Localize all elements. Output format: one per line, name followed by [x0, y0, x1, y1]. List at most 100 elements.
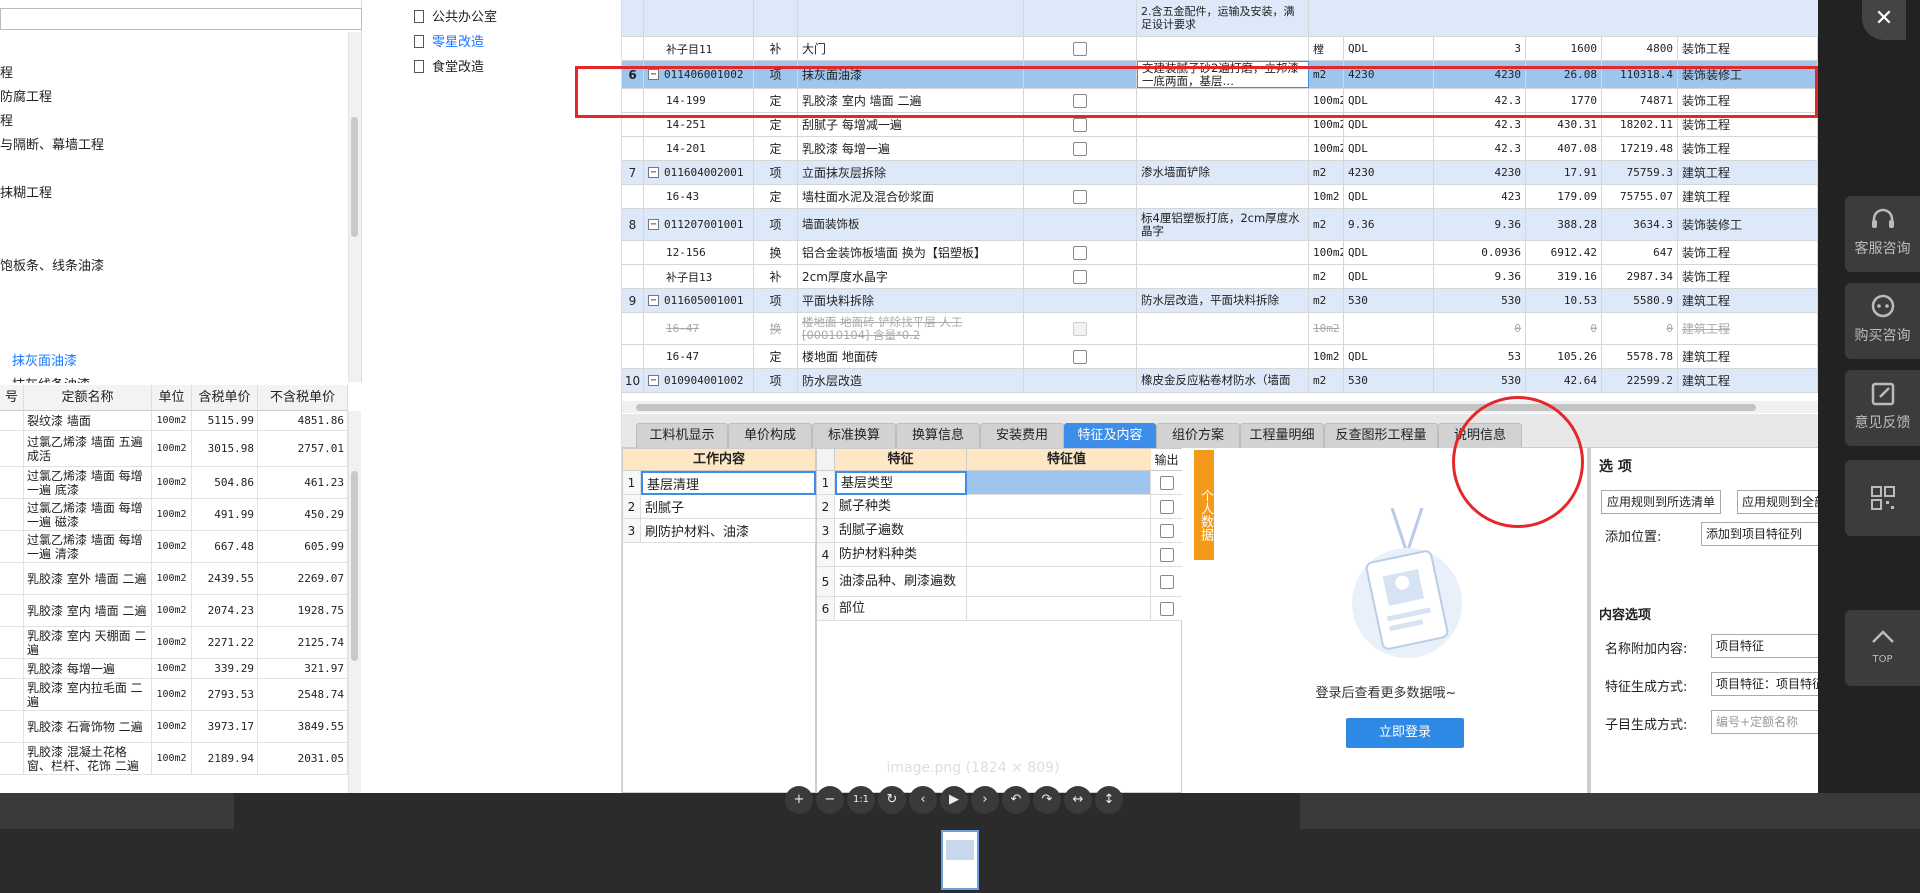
collapse-icon[interactable]: −: [648, 219, 659, 230]
row-checkbox[interactable]: [1073, 245, 1087, 260]
tab-1[interactable]: 工料机显示: [636, 423, 728, 448]
personal-data-tab[interactable]: 个人数据: [1194, 450, 1214, 560]
tab-7[interactable]: 组价方案: [1156, 423, 1240, 448]
add-position-select[interactable]: 添加到项目特征列: [1701, 522, 1818, 546]
feature-name[interactable]: 油漆品种、刷漆遍数: [835, 567, 967, 597]
row-checkbox[interactable]: [1073, 141, 1087, 156]
feature-mode-select[interactable]: 项目特征：项目特征值: [1711, 672, 1818, 696]
table-row[interactable]: 补子目13 补 2cm厚度水晶字 m2 QDL 9.36 319.16 2987.34 装饰工程: [622, 265, 1818, 289]
scroll-thumb[interactable]: [351, 117, 358, 237]
work-content-item[interactable]: 刷防护材料、油漆: [641, 519, 816, 543]
tree-item[interactable]: 防腐工程: [0, 86, 52, 105]
table-row[interactable]: 16-47 定 楼地面 地面砖 10m2 QDL 53 105.26 5578.78 建筑工程: [622, 345, 1818, 369]
zoom-out-icon[interactable]: −: [816, 786, 844, 814]
table-row[interactable]: [0, 411, 24, 431]
project-node[interactable]: 食堂改造: [414, 56, 484, 75]
tree-item[interactable]: 抹灰线条油漆: [12, 374, 90, 383]
play-icon[interactable]: ▶: [940, 786, 968, 814]
feature-value[interactable]: [967, 597, 1151, 621]
output-checkbox[interactable]: [1159, 601, 1174, 616]
customer-service-button[interactable]: 客服咨询: [1845, 196, 1920, 272]
tab-6[interactable]: 特征及内容: [1064, 423, 1156, 448]
tab-3[interactable]: 标准换算: [812, 423, 896, 448]
tree-item-active[interactable]: 抹灰面油漆: [12, 350, 77, 369]
tab-9[interactable]: 反查图形工程量: [1324, 423, 1438, 448]
row-checkbox[interactable]: [1073, 349, 1087, 364]
row-checkbox[interactable]: [1073, 41, 1087, 56]
table-row[interactable]: [0, 531, 24, 563]
scroll-thumb[interactable]: [351, 471, 358, 661]
undo-icon[interactable]: ↶: [1002, 786, 1030, 814]
tree-search-input[interactable]: [0, 8, 362, 30]
table-row[interactable]: [0, 431, 24, 467]
table-row[interactable]: 2.含五金配件，运输及安装，满足设计要求: [622, 0, 1818, 37]
sub-mode-input[interactable]: 编号+定额名称: [1711, 710, 1818, 734]
row-checkbox[interactable]: [1073, 117, 1087, 132]
tree-item[interactable]: 程: [0, 62, 13, 81]
next-icon[interactable]: ›: [971, 786, 999, 814]
zoom-in-icon[interactable]: +: [785, 786, 813, 814]
output-checkbox[interactable]: [1159, 475, 1174, 490]
table-row[interactable]: 12-156 换 铝合金装饰板墙面 换为【铝塑板】 100m2 QDL 0.0936 691…: [622, 241, 1818, 265]
table-row[interactable]: [0, 467, 24, 499]
table-row[interactable]: [0, 743, 24, 775]
work-content-item[interactable]: 刮腻子: [641, 495, 816, 519]
prev-icon[interactable]: ‹: [909, 786, 937, 814]
collapse-icon[interactable]: −: [648, 375, 659, 386]
project-node-active[interactable]: 零星改造: [414, 31, 484, 50]
scroll-thumb[interactable]: [636, 404, 1756, 411]
apply-selected-button[interactable]: 应用规则到所选清单: [1601, 490, 1721, 514]
fit-height-icon[interactable]: ↕: [1095, 786, 1123, 814]
row-checkbox[interactable]: [1073, 269, 1087, 284]
row-checkbox[interactable]: [1073, 321, 1087, 336]
redo-icon[interactable]: ↷: [1033, 786, 1061, 814]
table-row[interactable]: [0, 627, 24, 659]
apply-all-button[interactable]: 应用规则到全部: [1737, 490, 1818, 514]
purchase-consult-button[interactable]: 购买咨询: [1845, 283, 1920, 359]
table-row[interactable]: 7−011604002001 项立面抹灰层拆除 渗水墙面铲除 m2 4230 4230 17…: [622, 161, 1818, 185]
back-to-top-button[interactable]: TOP: [1845, 610, 1920, 686]
fit-width-icon[interactable]: ↔: [1064, 786, 1092, 814]
table-row[interactable]: [0, 563, 24, 595]
table-row[interactable]: 8−011207001001 项墙面装饰板 标4厘铝塑板打底，2cm厚度水晶字 m2 9…: [622, 209, 1818, 241]
tab-4[interactable]: 换算信息: [896, 423, 980, 448]
tree-item[interactable]: 饱板条、线条油漆: [0, 255, 104, 274]
tree-scrollbar[interactable]: [348, 32, 361, 382]
table-row[interactable]: 14-201 定 乳胶漆 每增一遍 100m2 QDL 42.3 407.08 17219.4…: [622, 137, 1818, 161]
tab-8[interactable]: 工程量明细: [1240, 423, 1324, 448]
row-checkbox[interactable]: [1073, 189, 1087, 204]
thumbnail[interactable]: [941, 830, 979, 890]
table-row[interactable]: [0, 711, 24, 743]
feedback-button[interactable]: 意见反馈: [1845, 370, 1920, 446]
table-row[interactable]: [0, 679, 24, 711]
table-row[interactable]: [0, 595, 24, 627]
feature-cell[interactable]: 2.含五金配件，运输及安装，满足设计要求: [1137, 0, 1309, 36]
table-row[interactable]: 补子目11 补 大门 樘 QDL 3 1600 4800 装饰工程: [622, 37, 1818, 61]
output-checkbox[interactable]: [1159, 499, 1174, 514]
tab-5[interactable]: 安装费用: [980, 423, 1064, 448]
grid-hscrollbar[interactable]: [622, 401, 1818, 413]
table-row[interactable]: 16-47 换 楼地面 地面砖 铲除找平层 人工[00010104] 含量*0.2 1…: [622, 313, 1818, 345]
table-row[interactable]: 16-43 定 墙柱面水泥及混合砂浆面 10m2 QDL 423 179.09 75755.0…: [622, 185, 1818, 209]
feature-value[interactable]: [967, 519, 1151, 543]
feature-name[interactable]: 部位: [835, 597, 967, 621]
qrcode-button[interactable]: [1845, 460, 1920, 536]
collapse-icon[interactable]: −: [648, 295, 659, 306]
table-row[interactable]: 9−011605001001 项平面块料拆除 防水层改造，平面块料拆除 m2 530 53…: [622, 289, 1818, 313]
rotate-icon[interactable]: ↻: [878, 786, 906, 814]
table-row[interactable]: [0, 499, 24, 531]
collapse-icon[interactable]: −: [648, 167, 659, 178]
output-checkbox[interactable]: [1159, 523, 1174, 538]
feature-value[interactable]: [967, 567, 1151, 597]
feature-value[interactable]: [967, 543, 1151, 567]
tree-item[interactable]: 抹糊工程: [0, 182, 52, 201]
quota-scrollbar[interactable]: [348, 411, 361, 793]
feature-name[interactable]: 基层类型: [835, 471, 967, 495]
feature-name[interactable]: 防护材料种类: [835, 543, 967, 567]
login-button[interactable]: 立即登录: [1346, 718, 1464, 748]
feature-value[interactable]: [967, 495, 1151, 519]
close-icon[interactable]: ✕: [1862, 0, 1906, 40]
feature-name[interactable]: 腻子种类: [835, 495, 967, 519]
tab-2[interactable]: 单价构成: [728, 423, 812, 448]
output-checkbox[interactable]: [1159, 574, 1174, 589]
